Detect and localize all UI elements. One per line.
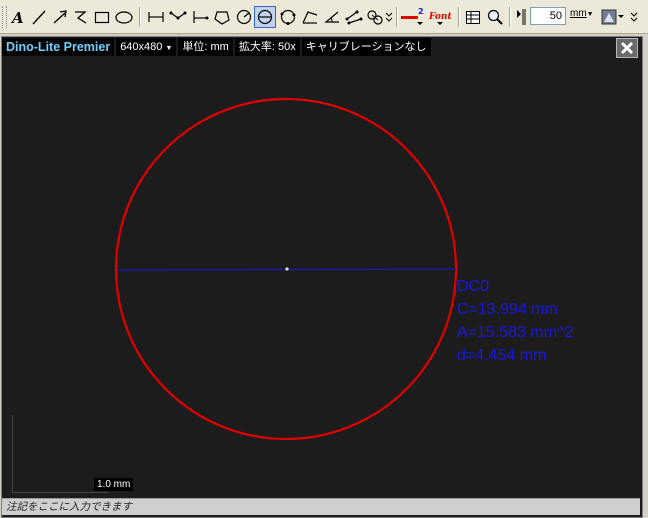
close-icon: [620, 41, 634, 55]
brand-title: Dino-Lite Premier: [2, 38, 115, 56]
measurement-area: A=15.583 mm^2: [457, 324, 574, 341]
annotation-field[interactable]: 注記をここに入力できます: [2, 498, 640, 515]
magnification-label: 拡大率: 50x: [234, 38, 300, 56]
measurement-name: DC0: [457, 278, 490, 295]
calibration-status: キャリブレーションなし: [301, 38, 431, 56]
close-button[interactable]: [616, 38, 638, 58]
resolution-value: 640x480: [120, 41, 163, 53]
unit-label: 単位: mm: [178, 38, 233, 56]
circle-center-point: [285, 267, 289, 271]
resolution-dropdown[interactable]: 640x480 ▼: [116, 38, 177, 56]
measurement-diameter: d=4.454 mm: [457, 347, 547, 364]
scale-bar-label: 1.0 mm: [94, 478, 134, 491]
viewer-info-bar: Dino-Lite Premier 640x480 ▼ 単位: mm 拡大率: …: [2, 37, 433, 57]
measurement-labels: DC0 C=13.994 mm A=15.583 mm^2 d=4.454 mm: [457, 275, 573, 367]
measurement-circumference: C=13.994 mm: [457, 301, 558, 318]
chevron-down-icon: ▼: [165, 45, 173, 52]
